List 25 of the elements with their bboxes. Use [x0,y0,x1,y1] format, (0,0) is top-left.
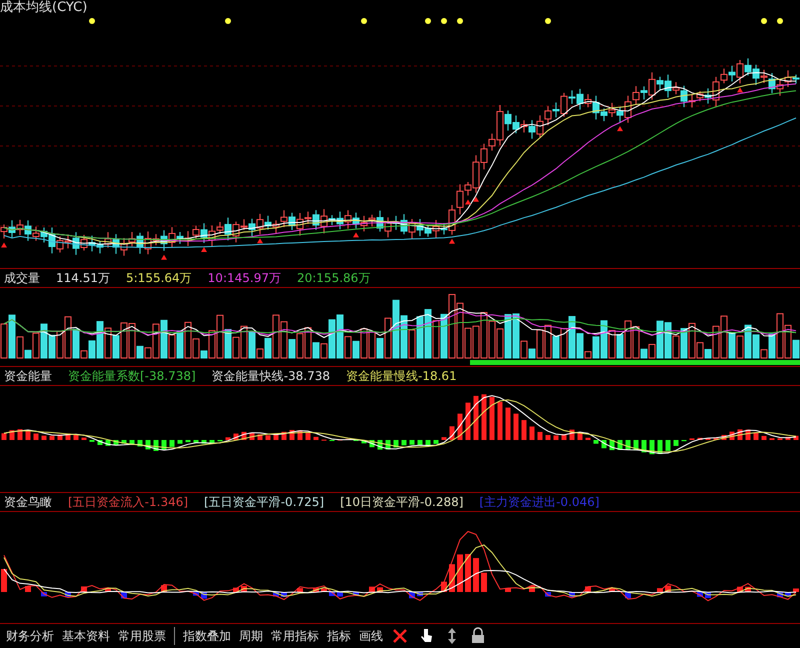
legend-text: 20:155.86万 [296,270,370,286]
legend-text: 资金能量 [4,368,52,384]
legend-text: 5:155.64万 [126,270,192,286]
close-icon[interactable] [391,627,409,645]
legend-text: [10日资金平滑-0.288] [340,494,464,510]
toolbar-button[interactable]: 常用股票 [118,628,166,644]
legend-text: [五日资金流入-1.346] [68,494,188,510]
toolbar-button[interactable]: 财务分析 [6,628,54,644]
legend-text: [主力资金进出-0.046] [479,494,600,510]
toolbar-button[interactable]: 基本资料 [62,628,110,644]
legend-text: [五日资金平滑-0.725] [204,494,324,510]
toolbar-button[interactable]: 指数叠加 [183,628,231,644]
legend-text: 10:145.97万 [208,270,281,286]
legend-text: 资金能量系数[-38.738] [68,368,196,384]
indicator-title: 成本均线(CYC) [0,0,88,16]
legend-text: 资金鸟瞰 [4,494,52,510]
legend-text: 资金能量快线-38.738 [212,368,330,384]
legend-text: 成交量 [4,270,40,286]
toolbar-button[interactable]: 常用指标 [271,628,319,644]
legend-text: 资金能量慢线-18.61 [346,368,457,384]
legend-text: 114.51万 [56,270,110,286]
toolbar-button[interactable]: 周期 [239,628,263,644]
toolbar-button[interactable]: 指标 [327,628,351,644]
toolbar-button[interactable]: 画线 [359,628,383,644]
lock-icon[interactable] [469,627,487,645]
